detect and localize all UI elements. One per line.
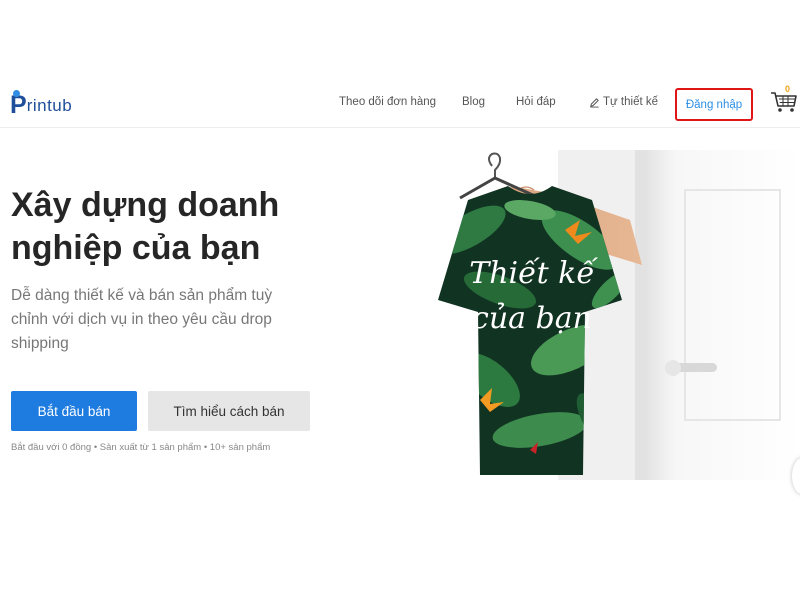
hero-description: Dễ dàng thiết kế và bán sản phẩm tuỳ chỉ… bbox=[11, 287, 273, 352]
cart-button[interactable]: 0 bbox=[770, 84, 798, 116]
logo-text: rintub bbox=[26, 96, 73, 115]
pencil-icon bbox=[590, 97, 599, 108]
nav-self-design[interactable]: Tự thiết kế bbox=[589, 96, 658, 108]
hero-note: Bắt đầu với 0 đồng • Sản xuất từ 1 sản p… bbox=[11, 442, 271, 453]
nav-track-order[interactable]: Theo dõi đơn hàng bbox=[339, 96, 436, 108]
logo[interactable]: P rintub bbox=[10, 90, 72, 118]
door bbox=[558, 150, 800, 480]
login-button[interactable]: Đăng nhập bbox=[675, 88, 753, 121]
nav-self-design-label: Tự thiết kế bbox=[603, 96, 658, 108]
logo-initial: P bbox=[10, 90, 27, 119]
site-header: P rintub Theo dõi đơn hàng Blog Hỏi đáp … bbox=[0, 82, 800, 128]
shopping-cart-icon bbox=[771, 92, 797, 112]
login-label: Đăng nhập bbox=[685, 98, 743, 111]
start-selling-button[interactable]: Bắt đầu bán bbox=[11, 391, 137, 431]
learn-how-button[interactable]: Tìm hiểu cách bán bbox=[148, 391, 310, 431]
hero-title: Xây dựng doanh nghiệp của bạn bbox=[11, 186, 280, 267]
nav-faq[interactable]: Hỏi đáp bbox=[516, 96, 556, 108]
cart-count: 0 bbox=[785, 84, 791, 94]
shirt-text-line2: của bạn bbox=[472, 301, 592, 336]
hero-image: Thiết kế của bạn bbox=[438, 150, 800, 480]
nav-blog[interactable]: Blog bbox=[462, 96, 485, 108]
shirt-text-line1: Thiết kế bbox=[469, 256, 598, 291]
